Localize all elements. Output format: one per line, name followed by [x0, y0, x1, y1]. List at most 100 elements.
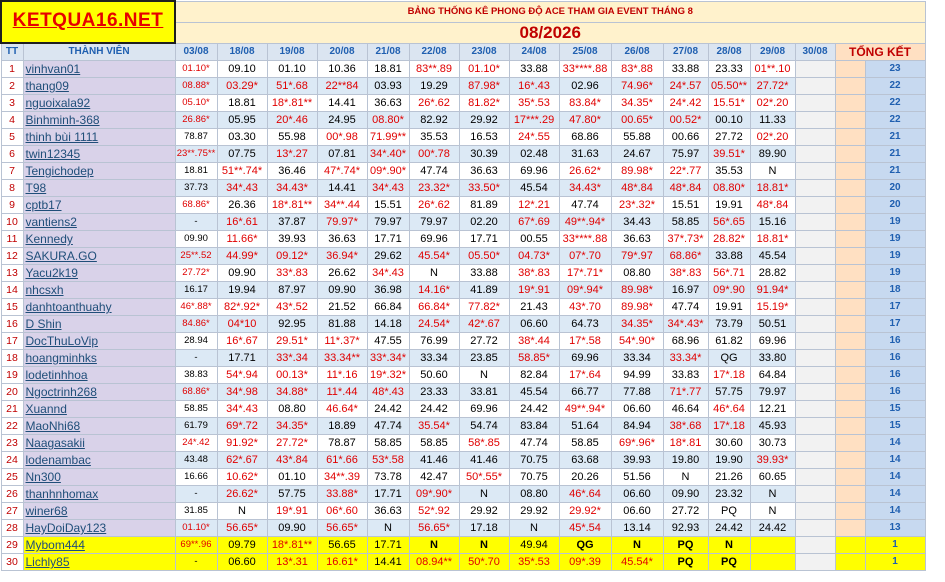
member-name-link[interactable]: Naagasakii	[22, 434, 176, 452]
member-name-link[interactable]: SAKURA.GO	[22, 247, 176, 265]
member-name-link[interactable]: thanhnhomax	[22, 485, 176, 503]
total-score: 19	[864, 247, 926, 265]
result-cell: N	[749, 162, 796, 180]
result-cell: 29.92*	[558, 502, 612, 520]
result-cell: 49**.94*	[558, 400, 612, 418]
result-cell: 33*.34	[266, 349, 318, 367]
member-row: 20 Ngoctrinh268 68.86* 34*.98 34.88* 11*.44 48…	[0, 383, 926, 401]
total-header: TỔNG KẾT	[834, 42, 926, 61]
result-cell: 00.65*	[610, 111, 664, 129]
result-cell: 69.96	[749, 332, 796, 350]
result-cell	[794, 179, 836, 197]
result-cell: 39.51*	[707, 145, 751, 163]
result-cell: 75.97	[662, 145, 709, 163]
member-name-link[interactable]: lodenambac	[22, 451, 176, 469]
total-spacer	[834, 366, 866, 384]
total-spacer	[834, 281, 866, 299]
member-name-link[interactable]: Nn300	[22, 468, 176, 486]
result-cell: 34.43	[610, 213, 664, 231]
result-cell: 17*.18	[707, 417, 751, 435]
result-cell: 34*.43	[366, 264, 410, 282]
result-cell: 16*.43	[508, 77, 560, 95]
member-name-link[interactable]: D Shin	[22, 315, 176, 333]
result-cell	[794, 264, 836, 282]
result-cell: 08.80*	[707, 179, 751, 197]
result-cell: 17.18	[458, 519, 510, 537]
result-cell: 89.98*	[610, 162, 664, 180]
member-name-link[interactable]: nguoixala92	[22, 94, 176, 112]
result-cell	[794, 366, 836, 384]
member-name-link[interactable]: Xuannd	[22, 400, 176, 418]
result-cell: 21.43	[508, 298, 560, 316]
member-name-link[interactable]: vinhvan01	[22, 60, 176, 78]
total-spacer	[834, 111, 866, 129]
result-cell: 23.32*	[408, 179, 460, 197]
member-name-link[interactable]: thang09	[22, 77, 176, 95]
result-cell: 51**.74*	[216, 162, 268, 180]
result-cell	[749, 553, 796, 571]
result-cell: 68.86*	[174, 383, 218, 401]
member-name-link[interactable]: Ngoctrinh268	[22, 383, 176, 401]
member-name-link[interactable]: MaoNhi68	[22, 417, 176, 435]
result-cell: 82.84	[508, 366, 560, 384]
result-cell: 47.74	[408, 162, 460, 180]
member-name-link[interactable]: Lichly85	[22, 553, 176, 571]
site-logo[interactable]: KETQUA16.NET	[0, 0, 176, 44]
total-spacer	[834, 60, 866, 78]
site-logo-text[interactable]: KETQUA16.NET	[13, 10, 164, 31]
result-cell: 56.65*	[408, 519, 460, 537]
result-cell: 34.43*	[558, 179, 612, 197]
member-name-link[interactable]: Kennedy	[22, 230, 176, 248]
result-cell: 83.84	[508, 417, 560, 435]
result-cell: 09.90	[266, 519, 318, 537]
total-score: 14	[864, 468, 926, 486]
result-cell: 18.81	[366, 60, 410, 78]
member-name-link[interactable]: nhcsxh	[22, 281, 176, 299]
result-cell: 19.29	[408, 77, 460, 95]
result-cell: 58.85	[174, 400, 218, 418]
result-cell: 34.88*	[266, 383, 318, 401]
result-cell: QG	[558, 536, 612, 554]
result-cell	[794, 196, 836, 214]
result-cell	[794, 77, 836, 95]
member-name-link[interactable]: T98	[22, 179, 176, 197]
result-cell: -	[174, 349, 218, 367]
member-name-link[interactable]: hoangminhks	[22, 349, 176, 367]
result-cell: 48*.84	[662, 179, 709, 197]
member-name-link[interactable]: Binhminh-368	[22, 111, 176, 129]
member-name-link[interactable]: Yacu2k19	[22, 264, 176, 282]
result-cell: 16.66	[174, 468, 218, 486]
total-spacer	[834, 230, 866, 248]
member-name-link[interactable]: Tengichodep	[22, 162, 176, 180]
member-name-link[interactable]: vantiens2	[22, 213, 176, 231]
result-cell: 48*.84	[610, 179, 664, 197]
total-score: 18	[864, 281, 926, 299]
member-name-link[interactable]: winer68	[22, 502, 176, 520]
member-name-link[interactable]: lodetinhhoa	[22, 366, 176, 384]
result-cell: 42*.67	[458, 315, 510, 333]
result-cell: 25**.52	[174, 247, 218, 265]
result-cell: 26*.62	[408, 94, 460, 112]
member-name-link[interactable]: HayDoiDay123	[22, 519, 176, 537]
result-cell: 45.54	[749, 247, 796, 265]
result-cell: 18*.81**	[266, 536, 318, 554]
result-cell	[794, 298, 836, 316]
result-cell: 36.63	[610, 230, 664, 248]
result-cell: 21.26	[707, 468, 751, 486]
member-name-link[interactable]: DocThuLoVip	[22, 332, 176, 350]
member-row: 15 danhtoanthuahy 46*.88* 82*.92* 43*.52 21.5…	[0, 298, 926, 316]
result-cell: QG	[707, 349, 751, 367]
result-cell: 60.65	[749, 468, 796, 486]
result-cell	[794, 247, 836, 265]
row-number: 15	[0, 298, 24, 316]
member-name-link[interactable]: thinh bùi 1111	[22, 128, 176, 146]
member-name-link[interactable]: twin12345	[22, 145, 176, 163]
result-cell: 38*.83	[662, 264, 709, 282]
member-name-link[interactable]: cptb17	[22, 196, 176, 214]
result-cell: PQ	[707, 502, 751, 520]
member-name-link[interactable]: Mybom444	[22, 536, 176, 554]
member-name-link[interactable]: danhtoanthuahy	[22, 298, 176, 316]
result-cell: 33*.34*	[366, 349, 410, 367]
result-cell: 58.85	[408, 434, 460, 452]
result-cell: 33*.83	[266, 264, 318, 282]
